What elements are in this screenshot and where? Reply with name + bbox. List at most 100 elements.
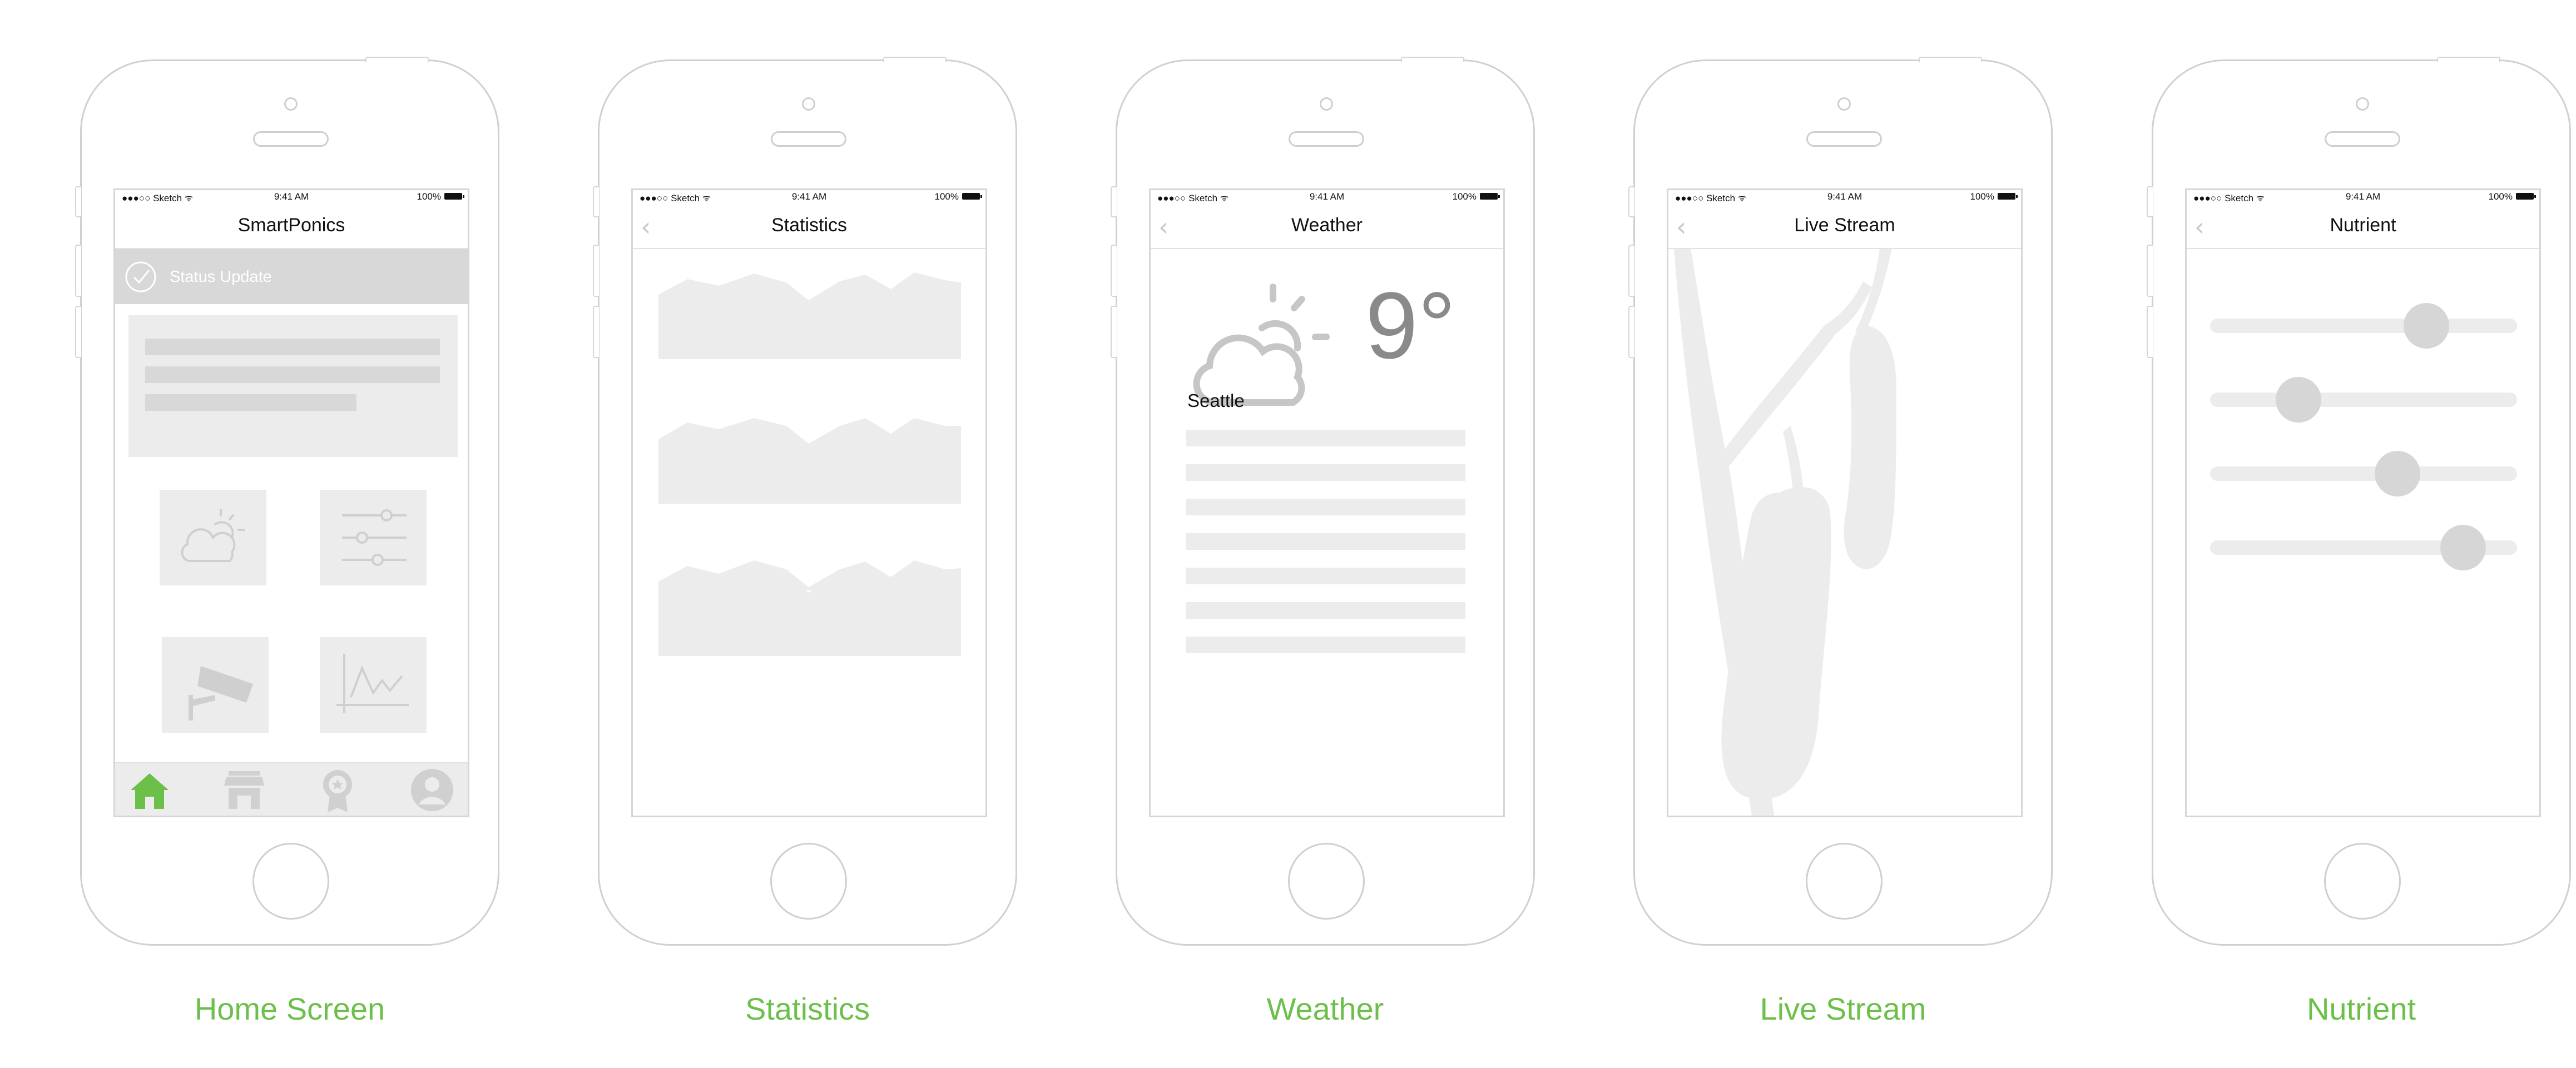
home-screen: ●●●○○ Sketch ᯤ 9:41 AM 100% SmartPonics … <box>113 188 469 817</box>
status-update-banner[interactable]: Status Update <box>115 249 468 304</box>
store-icon[interactable] <box>222 768 266 812</box>
nutrient-slider-track[interactable] <box>2210 466 2517 481</box>
forecast-line <box>1186 499 1465 515</box>
mute-switch <box>593 186 599 217</box>
volume-up-button <box>593 245 599 297</box>
city-name: Seattle <box>1187 390 1245 411</box>
nav-bar: ‹ Weather <box>1151 203 1503 249</box>
status-time: 9:41 AM <box>1309 191 1345 202</box>
weather-tile[interactable] <box>160 490 266 585</box>
weather-screen: ●●●○○ Sketch ᯤ 9:41 AM 100% ‹ Weather 9°… <box>1149 188 1505 817</box>
area-chart-placeholder <box>658 272 961 590</box>
placeholder-line <box>145 366 440 383</box>
volume-down-button <box>1628 306 1634 358</box>
home-button[interactable] <box>252 843 329 920</box>
power-button <box>365 57 429 62</box>
statistics-tile[interactable] <box>320 637 427 733</box>
front-camera <box>1837 97 1851 111</box>
home-button[interactable] <box>1288 843 1365 920</box>
nutrient-slider-knob[interactable] <box>2375 451 2421 496</box>
home-icon[interactable] <box>127 768 172 812</box>
forecast-line <box>1186 637 1465 653</box>
camera-icon <box>189 666 253 721</box>
volume-down-button <box>593 306 599 358</box>
battery-icon <box>444 193 464 200</box>
live-stream-screen: ●●●○○ Sketch ᯤ 9:41 AM 100% ‹ Live Strea… <box>1667 188 2023 817</box>
volume-up-button <box>75 245 81 297</box>
status-time: 9:41 AM <box>2345 191 2381 202</box>
mute-switch <box>1628 186 1634 217</box>
phone-live-stream: ●●●○○ Sketch ᯤ 9:41 AM 100% ‹ Live Strea… <box>1628 57 2053 946</box>
screen-title: Weather <box>1291 215 1363 236</box>
caption-home: Home Screen <box>194 991 385 1026</box>
nutrient-slider-knob[interactable] <box>2440 525 2486 570</box>
tab-bar <box>115 762 468 816</box>
status-time: 9:41 AM <box>274 191 309 202</box>
nutrient-slider-track[interactable] <box>2210 393 2517 407</box>
mute-switch <box>1111 186 1117 217</box>
nutrient-slider-knob[interactable] <box>2403 303 2449 349</box>
battery-percent: 100% <box>417 191 441 202</box>
power-button <box>883 57 947 62</box>
weather-icon <box>181 509 245 562</box>
earpiece-speaker <box>253 131 329 147</box>
chart-icon <box>336 654 409 713</box>
status-update-label: Status Update <box>170 268 272 286</box>
forecast-line <box>1186 464 1465 481</box>
front-camera <box>802 97 815 111</box>
home-button[interactable] <box>1806 843 1883 920</box>
mute-switch <box>2147 186 2153 217</box>
temperature-value: 9° <box>1365 273 1456 379</box>
screen-title: Live Stream <box>1794 215 1895 236</box>
power-button <box>2437 57 2500 62</box>
power-button <box>1401 57 1464 62</box>
badge-icon[interactable] <box>315 768 360 812</box>
phone-weather: ●●●○○ Sketch ᯤ 9:41 AM 100% ‹ Weather 9°… <box>1111 57 1535 946</box>
nav-bar: ‹ Live Stream <box>1668 203 2021 249</box>
battery-percent: 100% <box>1452 191 1477 202</box>
nutrient-tile[interactable] <box>320 490 427 585</box>
nav-bar: ‹ Statistics <box>633 203 985 249</box>
nutrient-slider-knob[interactable] <box>2275 377 2321 423</box>
earpiece-speaker <box>1289 131 1364 147</box>
nutrient-slider-track[interactable] <box>2210 319 2517 333</box>
status-time: 9:41 AM <box>1827 191 1862 202</box>
volume-down-button <box>75 306 81 358</box>
volume-down-button <box>1111 306 1117 358</box>
phone-home: ●●●○○ Sketch ᯤ 9:41 AM 100% SmartPonics … <box>75 57 499 946</box>
volume-up-button <box>2147 245 2153 297</box>
profile-icon[interactable] <box>410 768 454 812</box>
app-title: SmartPonics <box>237 215 345 236</box>
live-stream-tile[interactable] <box>162 637 269 733</box>
status-bar: ●●●○○ Sketch ᯤ 9:41 AM 100% <box>633 190 985 203</box>
video-feed[interactable] <box>1668 248 2021 816</box>
battery-icon <box>1998 193 2018 200</box>
nutrient-screen: ●●●○○ Sketch ᯤ 9:41 AM 100% ‹ Nutrient <box>2185 188 2541 817</box>
screen-title: Statistics <box>771 215 848 236</box>
status-bar: ●●●○○ Sketch ᯤ 9:41 AM 100% <box>1668 190 2021 203</box>
phone-statistics: ●●●○○ Sketch ᯤ 9:41 AM 100% ‹ Statistics <box>593 57 1017 946</box>
nav-bar: ‹ Nutrient <box>2187 203 2539 249</box>
home-button[interactable] <box>770 843 847 920</box>
caption-weather: Weather <box>1266 991 1384 1026</box>
statistics-screen: ●●●○○ Sketch ᯤ 9:41 AM 100% ‹ Statistics <box>631 188 987 817</box>
forecast-line <box>1186 430 1465 446</box>
status-bar: ●●●○○ Sketch ᯤ 9:41 AM 100% <box>1151 190 1503 203</box>
front-camera <box>284 97 298 111</box>
volume-up-button <box>1111 245 1117 297</box>
battery-percent: 100% <box>934 191 959 202</box>
home-button[interactable] <box>2324 843 2401 920</box>
front-camera <box>2356 97 2369 111</box>
volume-down-button <box>2147 306 2153 358</box>
status-bar: ●●●○○ Sketch ᯤ 9:41 AM 100% <box>2187 190 2539 203</box>
power-button <box>1919 57 1982 62</box>
volume-up-button <box>1628 245 1634 297</box>
nav-bar: SmartPonics <box>115 203 468 249</box>
phone-nutrient: ●●●○○ Sketch ᯤ 9:41 AM 100% ‹ Nutrient <box>2147 57 2571 946</box>
forecast-line <box>1186 568 1465 584</box>
status-card <box>128 315 458 457</box>
forecast-line <box>1186 533 1465 550</box>
earpiece-speaker <box>771 131 846 147</box>
front-camera <box>1320 97 1333 111</box>
battery-percent: 100% <box>1970 191 1994 202</box>
